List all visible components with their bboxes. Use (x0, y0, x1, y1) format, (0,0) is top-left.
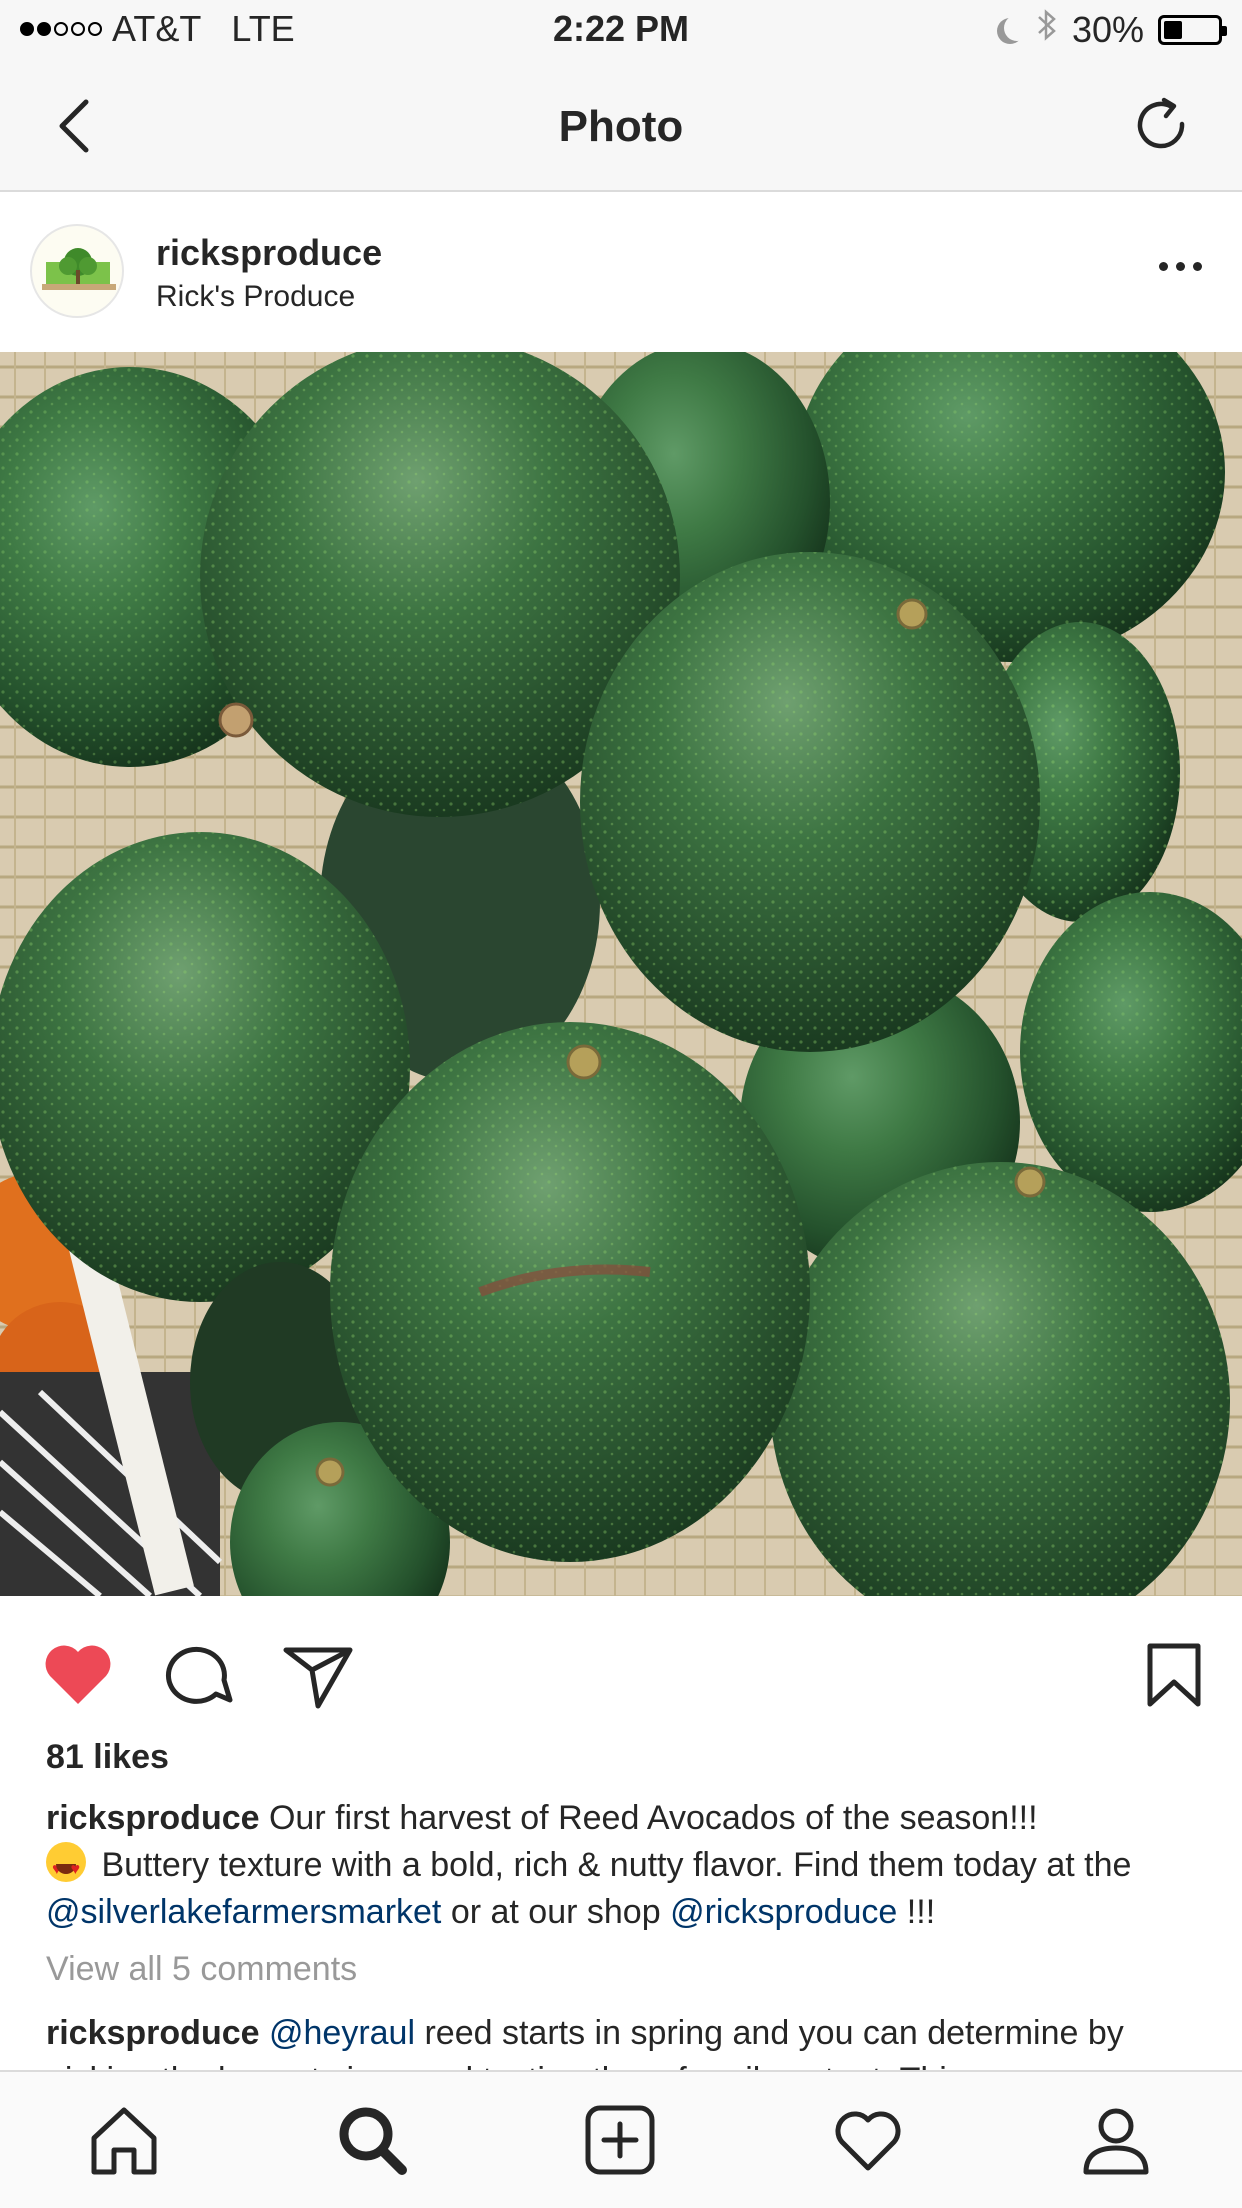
nav-bar: Photo (0, 62, 1242, 192)
battery-percent: 30% (1071, 8, 1144, 50)
mention-link[interactable]: @ricksproduce (670, 1893, 897, 1931)
caption-text-1: Our first harvest of Reed Avocados of th… (268, 1799, 1038, 1837)
comment-username[interactable]: ricksproduce (46, 2014, 260, 2052)
avatar[interactable] (30, 224, 124, 318)
profile-icon[interactable] (1078, 2102, 1154, 2178)
refresh-icon[interactable] (1130, 94, 1194, 158)
caption-text-4: !!! (906, 1893, 936, 1931)
view-all-comments-link[interactable]: View all 5 comments (46, 1950, 357, 1989)
tab-bar (0, 2070, 1242, 2208)
mention-link[interactable]: @silverlakefarmersmarket (46, 1893, 441, 1931)
post-caption: ricksproduce Our first harvest of Reed A… (46, 1795, 1206, 1936)
likes-count[interactable]: 81 likes (46, 1738, 169, 1777)
mention-link[interactable]: @heyraul (269, 2014, 415, 2052)
bookmark-icon[interactable] (1134, 1634, 1214, 1714)
post-actions (0, 1596, 1242, 1746)
status-right: 30% (996, 8, 1227, 51)
post-username[interactable]: ricksproduce (156, 232, 382, 274)
activity-heart-icon[interactable] (830, 2102, 906, 2178)
bluetooth-icon (1036, 8, 1058, 51)
heart-eyes-emoji-icon (46, 1842, 86, 1893)
more-options-icon[interactable] (1159, 262, 1202, 271)
share-icon[interactable] (278, 1634, 358, 1714)
caption-username[interactable]: ricksproduce (46, 1799, 260, 1837)
caption-text-2: Buttery texture with a bold, rich & nutt… (101, 1846, 1132, 1884)
home-icon[interactable] (86, 2102, 162, 2178)
battery-icon (1158, 14, 1227, 45)
heart-filled-icon[interactable] (38, 1634, 118, 1714)
status-bar: AT&T LTE 2:22 PM 30% (0, 0, 1242, 62)
post-fullname: Rick's Produce (156, 280, 356, 313)
post-photo[interactable] (0, 352, 1242, 1596)
search-icon[interactable] (334, 2102, 410, 2178)
page-title: Photo (558, 102, 684, 151)
comment-icon[interactable] (158, 1634, 238, 1714)
caption-text-3: or at our shop (450, 1893, 661, 1931)
post-header: ricksproduce Rick's Produce (0, 192, 1242, 352)
do-not-disturb-icon (1004, 15, 1030, 41)
new-post-icon[interactable] (582, 2102, 658, 2178)
